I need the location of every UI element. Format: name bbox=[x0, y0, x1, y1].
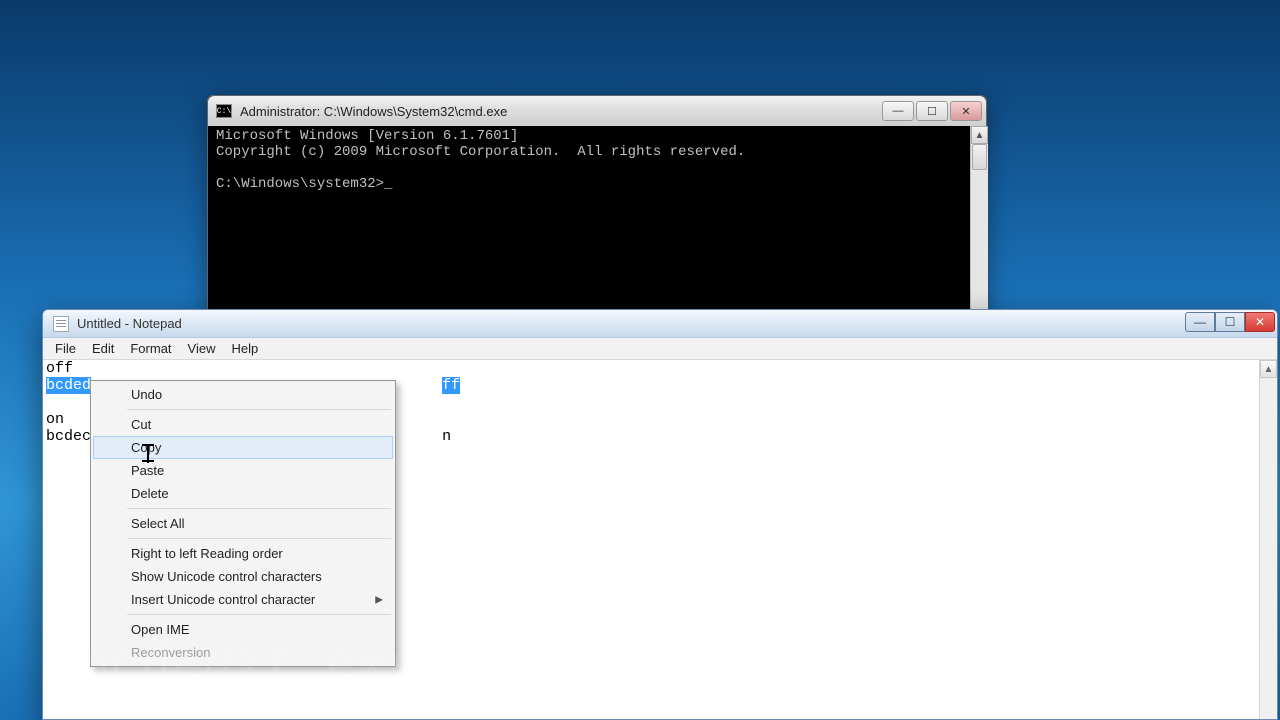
menu-file[interactable]: File bbox=[47, 339, 84, 358]
cmd-prompt: C:\Windows\system32> bbox=[216, 176, 384, 192]
ctx-separator bbox=[127, 409, 391, 410]
text-line-selected: bcded bbox=[46, 377, 91, 394]
menu-edit[interactable]: Edit bbox=[84, 339, 122, 358]
cmd-title: Administrator: C:\Windows\System32\cmd.e… bbox=[240, 104, 882, 119]
menu-help[interactable]: Help bbox=[223, 339, 266, 358]
ctx-separator bbox=[127, 508, 391, 509]
ctx-copy[interactable]: Copy bbox=[93, 436, 393, 459]
notepad-titlebar[interactable]: Untitled - Notepad — ☐ ✕ bbox=[43, 310, 1277, 338]
cmd-titlebar[interactable]: C:\ Administrator: C:\Windows\System32\c… bbox=[208, 96, 986, 126]
text-line: on bbox=[46, 411, 64, 428]
text-line-selected: ff bbox=[442, 377, 460, 394]
context-menu: Undo Cut Copy Paste Delete Select All Ri… bbox=[90, 380, 396, 667]
cmd-cursor: _ bbox=[384, 176, 392, 192]
ctx-separator bbox=[127, 538, 391, 539]
ctx-label: Insert Unicode control character bbox=[131, 592, 315, 607]
ctx-cut[interactable]: Cut bbox=[93, 413, 393, 436]
cmd-icon: C:\ bbox=[216, 104, 232, 118]
scroll-up-icon[interactable]: ▲ bbox=[971, 126, 988, 144]
cmd-minimize-button[interactable]: — bbox=[882, 101, 914, 121]
ctx-delete[interactable]: Delete bbox=[93, 482, 393, 505]
cmd-maximize-button[interactable]: ☐ bbox=[916, 101, 948, 121]
notepad-title: Untitled - Notepad bbox=[77, 316, 182, 331]
ctx-reconversion: Reconversion bbox=[93, 641, 393, 664]
notepad-close-button[interactable]: ✕ bbox=[1245, 312, 1275, 332]
ctx-undo[interactable]: Undo bbox=[93, 383, 393, 406]
menu-view[interactable]: View bbox=[180, 339, 224, 358]
ctx-insert-unicode[interactable]: Insert Unicode control character ▶ bbox=[93, 588, 393, 611]
cmd-line: Microsoft Windows [Version 6.1.7601] bbox=[216, 128, 518, 144]
notepad-icon bbox=[53, 316, 69, 332]
ctx-paste[interactable]: Paste bbox=[93, 459, 393, 482]
ctx-show-unicode[interactable]: Show Unicode control characters bbox=[93, 565, 393, 588]
notepad-maximize-button[interactable]: ☐ bbox=[1215, 312, 1245, 332]
ctx-rtl-reading[interactable]: Right to left Reading order bbox=[93, 542, 393, 565]
cmd-line: Copyright (c) 2009 Microsoft Corporation… bbox=[216, 144, 745, 160]
text-line: off bbox=[46, 360, 73, 377]
scroll-thumb[interactable] bbox=[972, 144, 987, 170]
menu-format[interactable]: Format bbox=[122, 339, 179, 358]
cmd-close-button[interactable]: ✕ bbox=[950, 101, 982, 121]
submenu-arrow-icon: ▶ bbox=[375, 594, 383, 605]
notepad-menubar: File Edit Format View Help bbox=[43, 338, 1277, 360]
ctx-select-all[interactable]: Select All bbox=[93, 512, 393, 535]
ctx-open-ime[interactable]: Open IME bbox=[93, 618, 393, 641]
ctx-separator bbox=[127, 614, 391, 615]
notepad-scrollbar[interactable]: ▲ bbox=[1259, 360, 1277, 719]
notepad-minimize-button[interactable]: — bbox=[1185, 312, 1215, 332]
scroll-up-icon[interactable]: ▲ bbox=[1260, 360, 1277, 378]
